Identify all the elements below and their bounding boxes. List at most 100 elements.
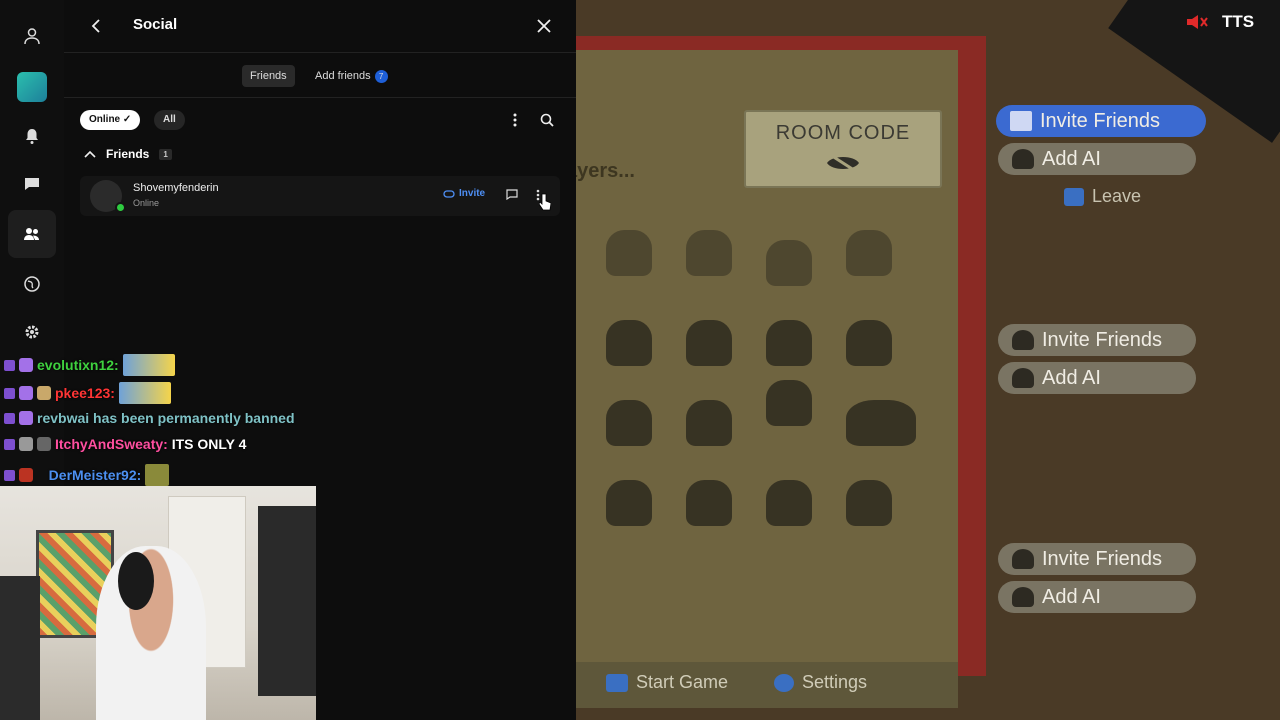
- badge-icon: [19, 386, 33, 400]
- chevron-up-icon: [84, 150, 96, 158]
- token-selection-area: ayers... ROOM CODE: [576, 50, 958, 708]
- token-hat[interactable]: [606, 320, 652, 366]
- settings-label: Settings: [802, 672, 868, 692]
- tts-indicator: TTS: [1186, 12, 1254, 32]
- back-button[interactable]: [84, 14, 108, 38]
- globe-icon[interactable]: [18, 270, 46, 298]
- invite-friends-button[interactable]: Invite Friends: [998, 543, 1196, 575]
- emote-icon: [118, 382, 171, 404]
- leave-button[interactable]: Leave: [1064, 186, 1141, 207]
- badge-icon: [19, 468, 33, 482]
- robot-icon: [1012, 587, 1034, 607]
- add-friends-count-badge: 7: [374, 69, 388, 83]
- add-ai-button[interactable]: Add AI: [998, 362, 1196, 394]
- tab-add-friends[interactable]: Add friends 7: [307, 65, 396, 87]
- more-options-button[interactable]: [507, 110, 523, 130]
- token-grid: [586, 230, 946, 550]
- invite-friends-button[interactable]: Invite Friends: [996, 105, 1206, 137]
- headset: [118, 552, 154, 610]
- leave-label: Leave: [1092, 186, 1142, 206]
- chat-text: revbwai has been permanently banned: [37, 410, 295, 426]
- room-code-label: ROOM CODE: [775, 122, 911, 144]
- chat-icon[interactable]: [18, 170, 46, 198]
- game-view: ayers... ROOM CODE: [576, 0, 1280, 720]
- token-dino[interactable]: [606, 400, 652, 446]
- badge-icon: [4, 412, 15, 424]
- add-ai-button[interactable]: Add AI: [998, 143, 1196, 175]
- chat-message: pkee123:: [4, 382, 171, 404]
- profile-icon[interactable]: [18, 22, 46, 50]
- friends-section-header[interactable]: Friends 1: [84, 145, 172, 163]
- room-code-box[interactable]: ROOM CODE: [744, 110, 942, 188]
- add-ai-label: Add AI: [1042, 147, 1101, 170]
- chat-message: evolutixn12:: [4, 354, 175, 376]
- chat-username: evolutixn12:: [37, 357, 119, 373]
- webcam-chair: [0, 576, 40, 720]
- tab-friends-label: Friends: [250, 70, 287, 82]
- friends-section-label: Friends: [106, 147, 150, 161]
- start-game-button[interactable]: Start Game: [606, 672, 728, 693]
- leave-key-icon: [1064, 187, 1084, 206]
- game-board: ayers... ROOM CODE: [576, 36, 986, 708]
- badge-icon: [4, 469, 15, 481]
- bell-icon[interactable]: [18, 122, 46, 150]
- chat-username: ItchyAndSweaty:: [55, 436, 168, 452]
- gamepad-icon: [443, 189, 455, 198]
- badge-icon: [4, 359, 15, 371]
- filter-all[interactable]: All: [154, 110, 185, 130]
- message-button[interactable]: [504, 186, 520, 202]
- start-game-label: Start Game: [636, 672, 729, 692]
- invite-button[interactable]: Invite: [443, 188, 485, 199]
- token-bear[interactable]: [606, 480, 652, 526]
- token-plane[interactable]: [846, 400, 916, 446]
- add-person-icon: [1012, 330, 1034, 350]
- close-button[interactable]: [532, 14, 556, 38]
- token-duck[interactable]: [766, 320, 812, 366]
- message-icon: [506, 188, 518, 200]
- eye-hidden-icon: [827, 152, 859, 174]
- friend-status: Online: [133, 198, 160, 208]
- game-bottom-bar: Start Game Settings: [576, 662, 958, 708]
- chat-message: DerMeister92:: [4, 464, 170, 486]
- token-tree[interactable]: [766, 480, 812, 526]
- space-key-icon: [606, 673, 628, 692]
- chat-message: revbwai has been permanently banned: [4, 410, 295, 426]
- kebab-menu-icon: [513, 113, 517, 127]
- add-ai-label: Add AI: [1042, 366, 1101, 389]
- filter-all-label: All: [163, 114, 176, 125]
- invite-friends-label: Invite Friends: [1040, 109, 1161, 132]
- token-cannon[interactable]: [686, 320, 732, 366]
- close-icon: [537, 19, 551, 33]
- add-ai-button[interactable]: Add AI: [998, 581, 1196, 613]
- tab-friends[interactable]: Friends: [242, 65, 295, 87]
- chat-message: ItchyAndSweaty: ITS ONLY 4: [4, 436, 246, 452]
- token-iron[interactable]: [846, 230, 892, 276]
- filter-online[interactable]: Online ✓: [80, 110, 141, 130]
- search-icon: [540, 113, 554, 127]
- webcam-feed: [0, 486, 316, 720]
- token-cone[interactable]: [846, 480, 892, 526]
- add-person-icon: [1012, 549, 1034, 569]
- invite-friends-button[interactable]: Invite Friends: [998, 324, 1196, 356]
- badge-icon: [4, 387, 15, 399]
- token-figure[interactable]: [686, 480, 732, 526]
- chevron-left-icon: [91, 19, 100, 33]
- players-label: ayers...: [576, 160, 635, 182]
- settings-button[interactable]: Settings: [774, 672, 867, 693]
- invite-friends-label: Invite Friends: [1042, 547, 1163, 570]
- token-penguin[interactable]: [846, 320, 892, 366]
- friend-row[interactable]: Shovemyfenderin Online Invite: [80, 176, 560, 216]
- invite-friends-label: Invite Friends: [1042, 328, 1163, 351]
- token-wheelbarrow[interactable]: [766, 240, 812, 286]
- friends-count-badge: 1: [159, 148, 172, 160]
- token-rat[interactable]: [606, 230, 652, 276]
- token-ball[interactable]: [686, 400, 732, 446]
- token-thimble[interactable]: [686, 230, 732, 276]
- token-elephant[interactable]: [766, 380, 812, 426]
- badge-icon: [37, 437, 51, 451]
- check-icon: ✓: [122, 114, 132, 125]
- search-button[interactable]: [538, 110, 556, 130]
- online-status-dot: [115, 202, 126, 213]
- friends-icon[interactable]: [18, 220, 46, 248]
- game-icon[interactable]: [17, 72, 47, 102]
